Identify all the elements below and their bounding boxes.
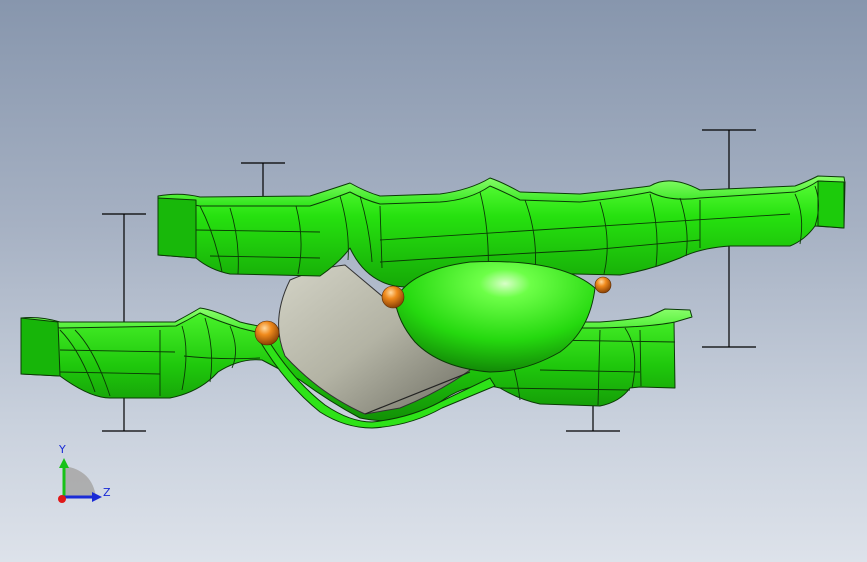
triad-z-label: Z xyxy=(103,486,111,499)
locator-ball-1 xyxy=(254,320,280,346)
locator-ball-2 xyxy=(381,285,405,309)
locator-ball-3 xyxy=(594,276,612,294)
graphics-viewport[interactable]: Y Z xyxy=(0,0,867,562)
triad-origin xyxy=(58,495,66,503)
triad-y-arrow xyxy=(59,458,69,468)
model-view[interactable] xyxy=(0,0,867,562)
triad-y-label: Y xyxy=(59,443,66,456)
coordinate-triad xyxy=(58,458,102,503)
triad-z-arrow xyxy=(92,492,102,502)
